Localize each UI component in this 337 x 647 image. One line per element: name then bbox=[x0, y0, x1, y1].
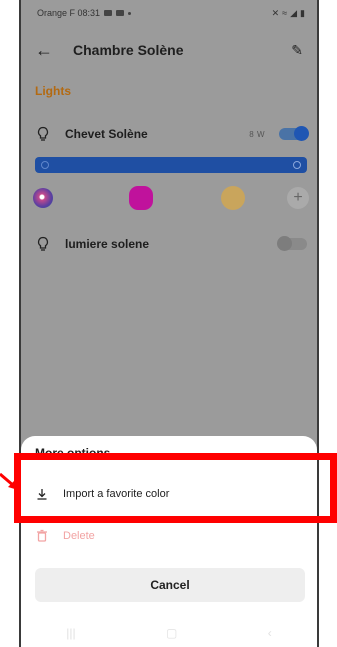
cancel-button[interactable]: Cancel bbox=[35, 568, 305, 602]
trash-icon bbox=[37, 529, 47, 542]
status-bar: Orange F 08:31 ✕ ≈ ◢ ▮ bbox=[21, 0, 317, 26]
color-swatches: + bbox=[33, 186, 309, 212]
swatch-magenta[interactable] bbox=[129, 186, 153, 210]
back-arrow-icon[interactable]: ← bbox=[35, 40, 57, 61]
back-nav-icon[interactable]: ‹ bbox=[268, 626, 272, 640]
signal-icon: ◢ bbox=[290, 7, 298, 18]
status-left: Orange F 08:31 bbox=[37, 8, 132, 18]
screenshot: Orange F 08:31 ✕ ≈ ◢ ▮ ← Chambre Solène … bbox=[0, 0, 337, 647]
red-highlight-box bbox=[14, 453, 337, 523]
toggle-knob bbox=[277, 236, 292, 251]
light-toggle[interactable] bbox=[279, 126, 309, 141]
bulb-icon bbox=[37, 126, 49, 141]
light-row-lumiere[interactable]: lumiere solene bbox=[35, 232, 307, 256]
dot-icon bbox=[128, 11, 132, 15]
delete-item[interactable]: Delete bbox=[35, 524, 95, 548]
gallery-icon bbox=[104, 10, 113, 16]
arrow-pointer-icon bbox=[0, 472, 18, 490]
bulb-icon bbox=[37, 236, 49, 251]
app-header: ← Chambre Solène ✎ bbox=[21, 32, 317, 68]
light-name: lumiere solene bbox=[65, 237, 150, 251]
brightness-slider[interactable] bbox=[35, 157, 307, 173]
recent-apps-icon[interactable]: ||| bbox=[66, 626, 75, 640]
add-color-icon[interactable]: + bbox=[287, 187, 309, 209]
system-nav-bar: ||| ▢ ‹ bbox=[21, 619, 317, 647]
power-readout: 8 W bbox=[249, 129, 265, 139]
home-icon[interactable]: ▢ bbox=[166, 626, 177, 640]
section-label: Lights bbox=[35, 84, 71, 98]
cloud-icon bbox=[116, 10, 125, 16]
light-name: Chevet Solène bbox=[65, 127, 148, 141]
battery-icon: ▮ bbox=[300, 7, 305, 18]
brightness-low-icon bbox=[41, 161, 49, 169]
wifi-icon: ≈ bbox=[282, 8, 288, 18]
phone-screen: Orange F 08:31 ✕ ≈ ◢ ▮ ← Chambre Solène … bbox=[19, 0, 319, 647]
light-row-chevet[interactable]: Chevet Solène 8 W bbox=[35, 122, 309, 146]
delete-label: Delete bbox=[63, 530, 95, 542]
toggle-knob bbox=[294, 126, 309, 141]
light-toggle[interactable] bbox=[277, 236, 307, 251]
swatch-gold[interactable] bbox=[221, 186, 245, 210]
edit-pencil-icon[interactable]: ✎ bbox=[291, 42, 303, 59]
status-right: ✕ ≈ ◢ ▮ bbox=[272, 8, 305, 19]
color-wheel-icon[interactable] bbox=[33, 188, 53, 208]
carrier-time: Orange F 08:31 bbox=[37, 8, 101, 18]
page-title: Chambre Solène bbox=[73, 42, 184, 58]
mute-icon: ✕ bbox=[271, 7, 280, 18]
brightness-high-icon bbox=[293, 161, 301, 169]
